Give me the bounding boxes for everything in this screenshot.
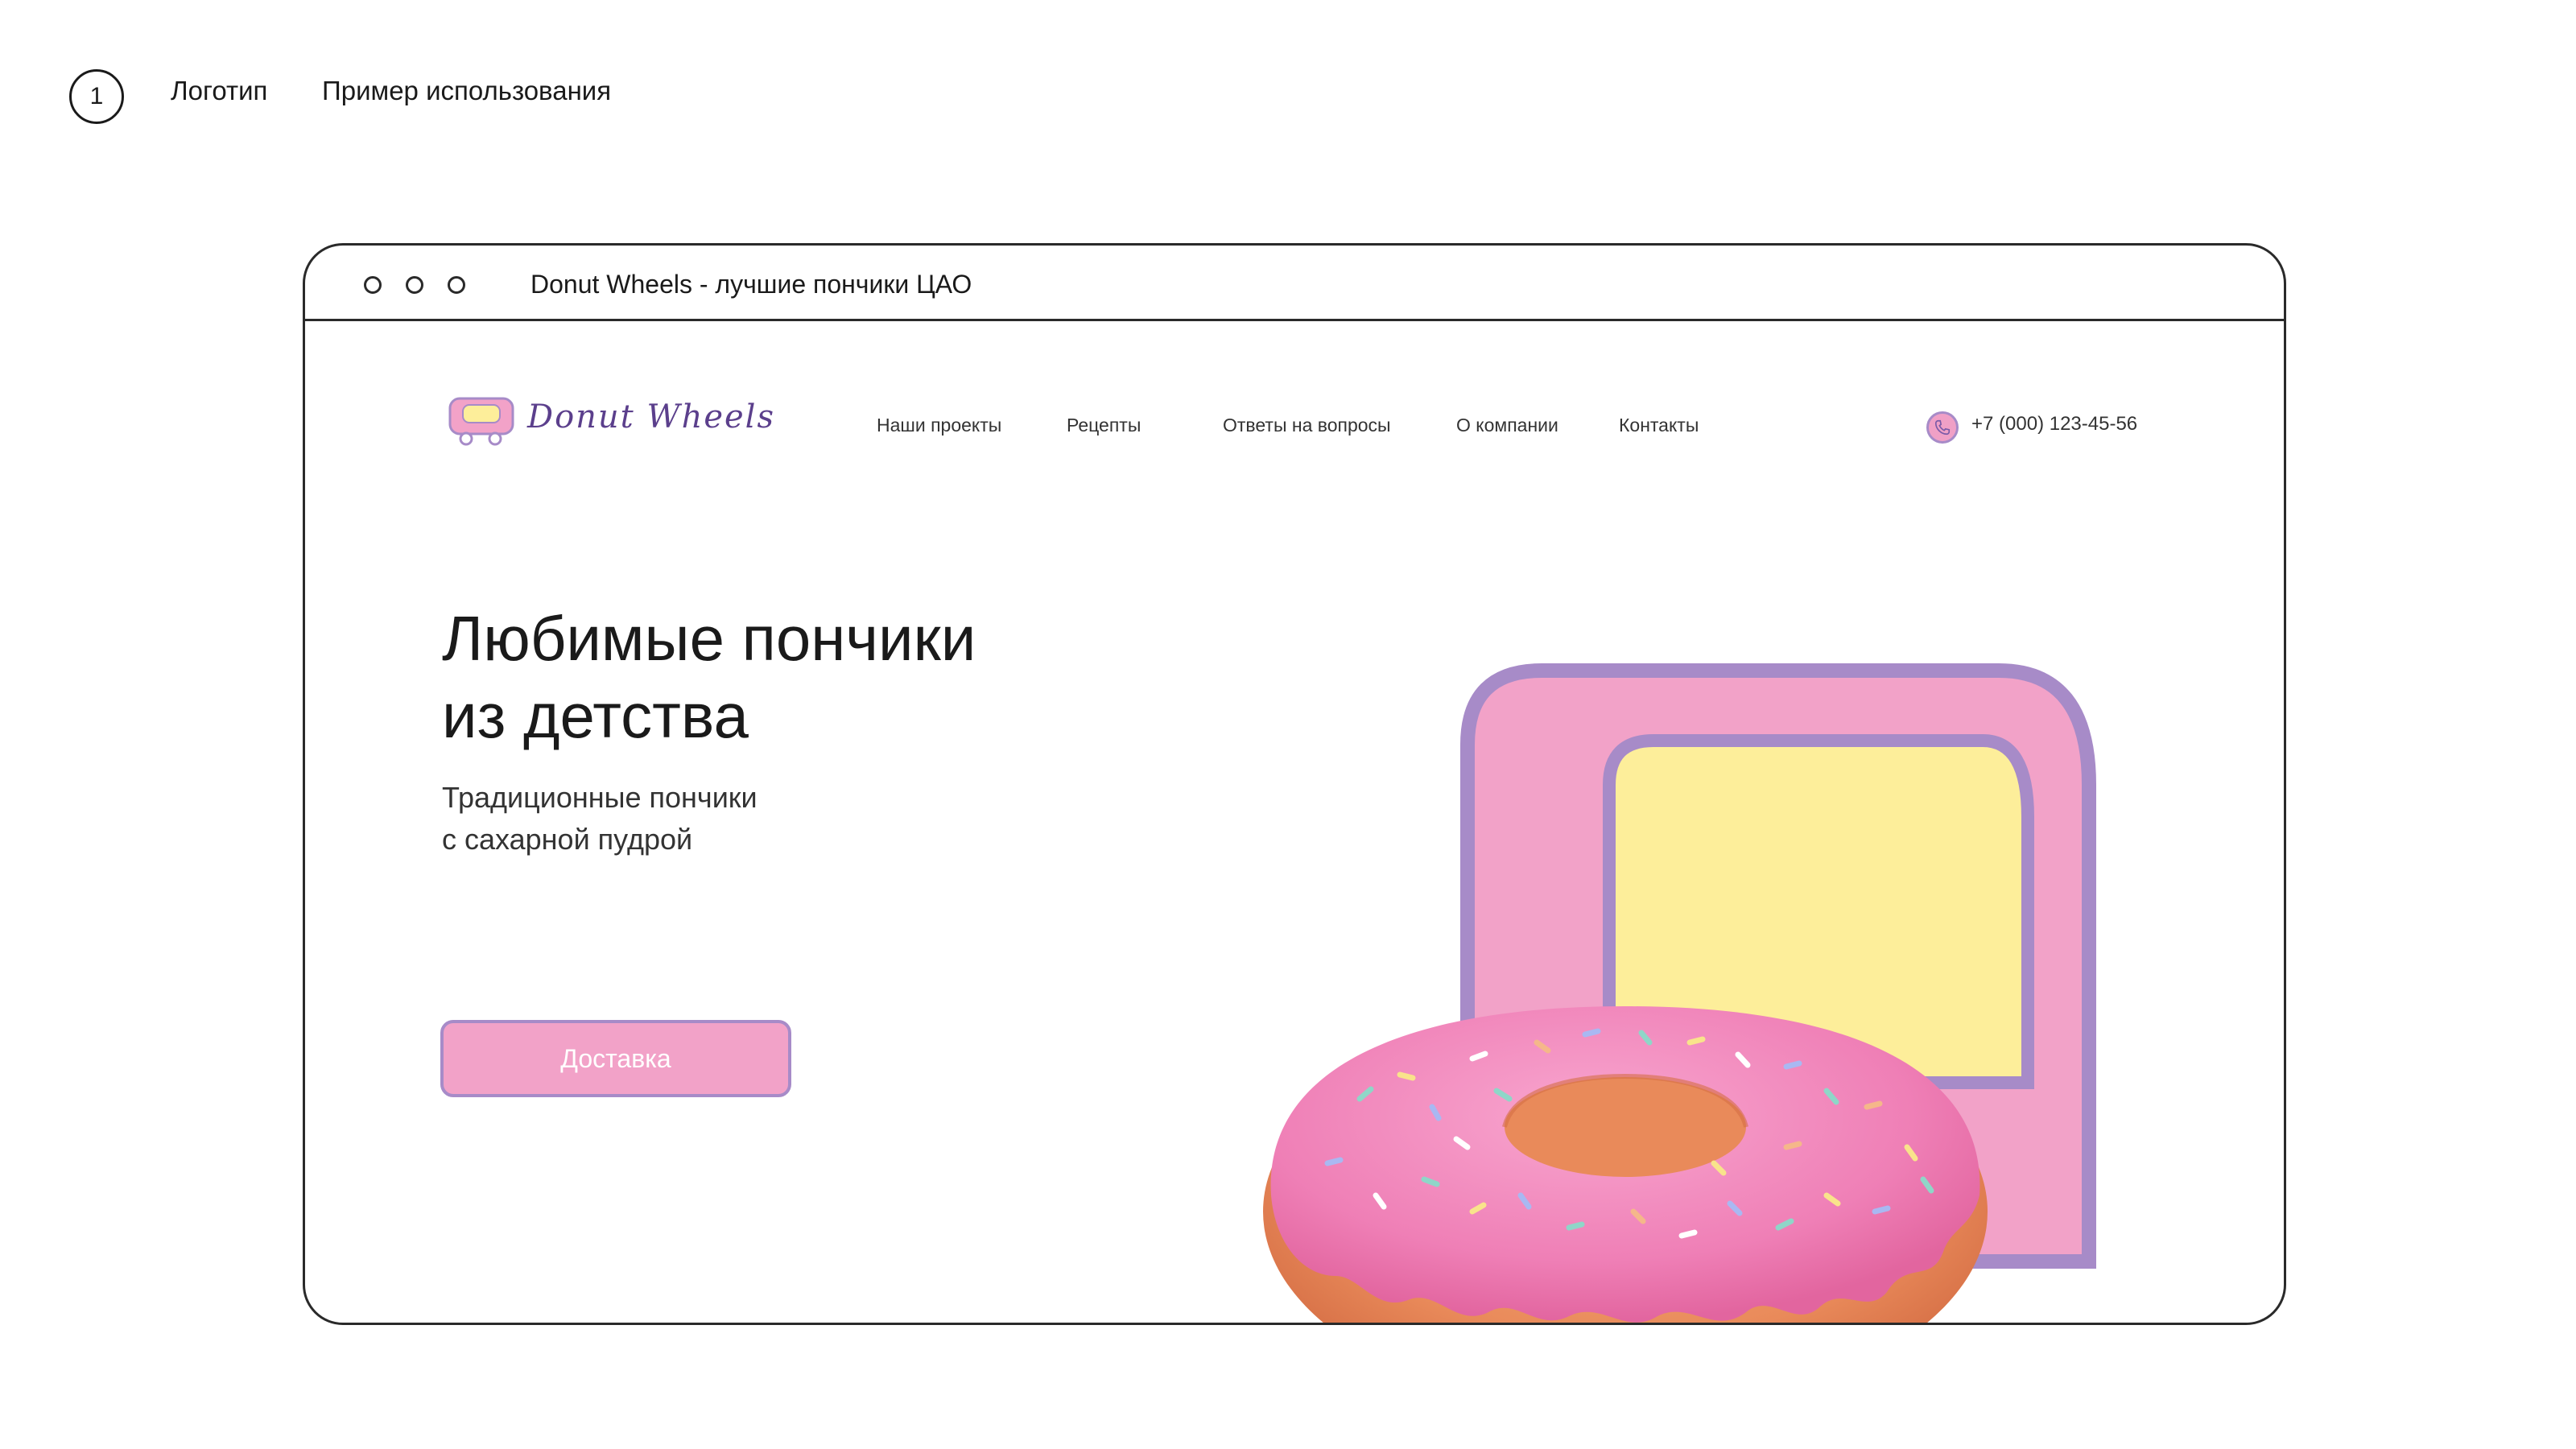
- window-control-dot[interactable]: [364, 276, 382, 294]
- hero-title-line: Любимые пончики: [442, 603, 976, 674]
- slide-number: 1: [69, 69, 124, 124]
- nav-about[interactable]: О компании: [1456, 415, 1558, 436]
- nav-recipes[interactable]: Рецепты: [1067, 415, 1141, 436]
- hero-title: Любимые пончики из детства: [442, 600, 976, 754]
- hero-subtitle-line: с сахарной пудрой: [442, 823, 693, 856]
- nav-contacts[interactable]: Контакты: [1619, 415, 1699, 436]
- subsection-label: Пример использования: [322, 76, 612, 105]
- section-label: Логотип: [171, 76, 268, 105]
- hero-subtitle-line: Традиционные пончики: [442, 781, 758, 814]
- browser-window: Donut Wheels - лучшие пончики ЦАО Donut …: [303, 243, 2286, 1325]
- phone-number[interactable]: +7 (000) 123-45-56: [1971, 413, 2137, 436]
- phone-icon[interactable]: [1926, 411, 1959, 444]
- logo-text[interactable]: Donut Wheels: [527, 398, 775, 436]
- nav-projects[interactable]: Наши проекты: [877, 415, 1001, 436]
- donut-illustration: [1263, 663, 2096, 1323]
- nav-faq[interactable]: Ответы на вопросы: [1223, 415, 1391, 436]
- delivery-button[interactable]: Доставка: [440, 1020, 791, 1097]
- window-control-dot[interactable]: [448, 276, 465, 294]
- browser-tab-title: Donut Wheels - лучшие пончики ЦАО: [530, 270, 972, 299]
- hero-subtitle: Традиционные пончики с сахарной пудрой: [442, 777, 758, 861]
- browser-titlebar: Donut Wheels - лучшие пончики ЦАО: [305, 246, 2284, 321]
- window-control-dot[interactable]: [406, 276, 423, 294]
- hero-title-line: из детства: [442, 680, 749, 751]
